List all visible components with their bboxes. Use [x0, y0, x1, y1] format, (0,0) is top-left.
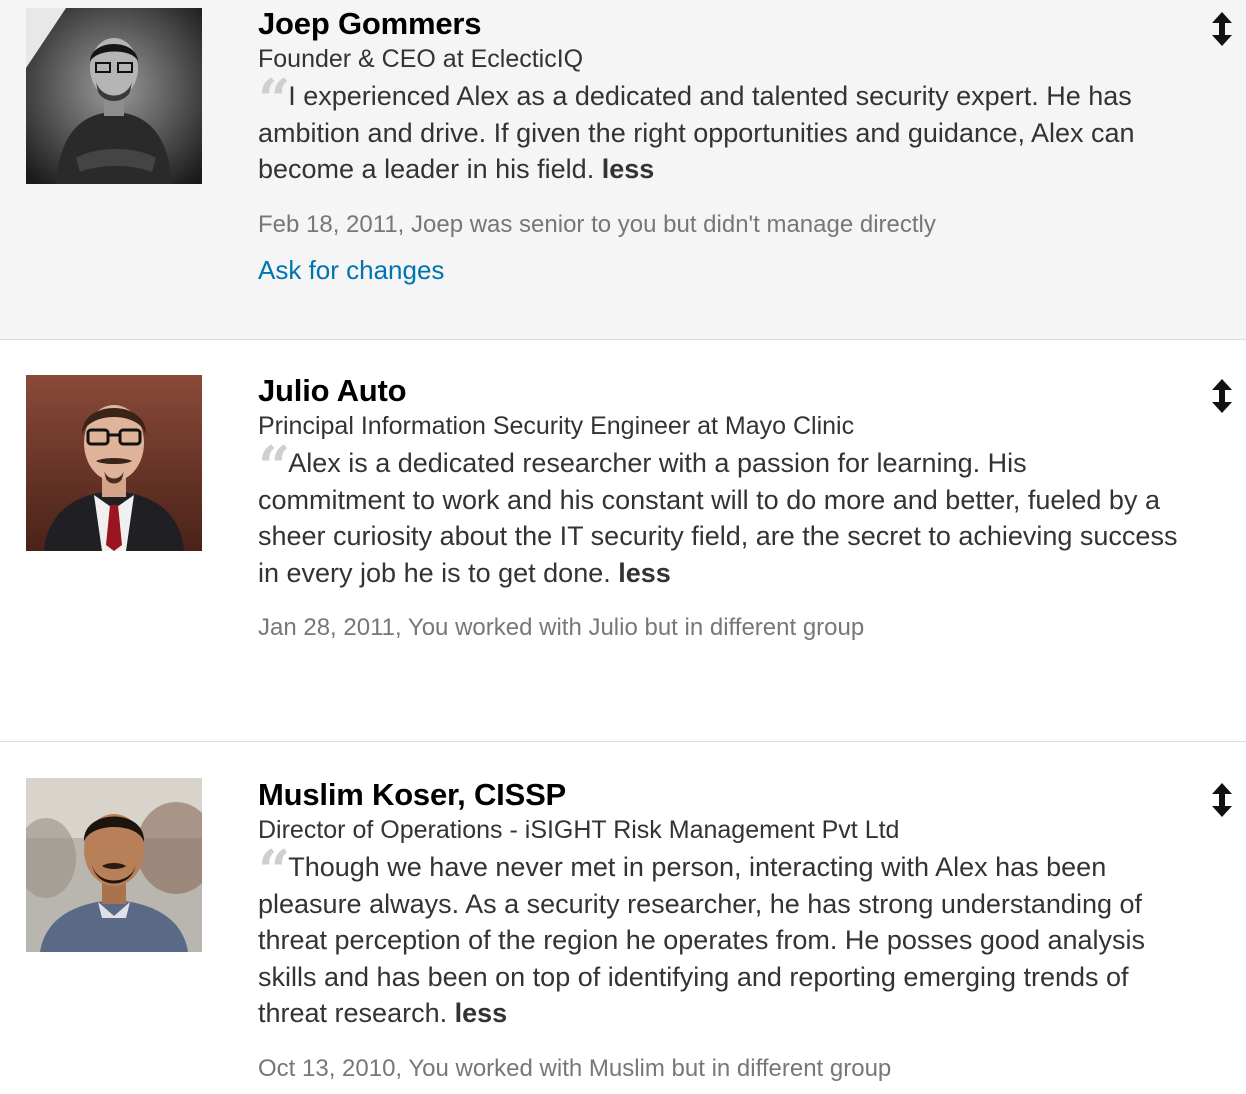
up-down-arrow-icon[interactable] [1212, 12, 1232, 46]
recommendation-content: Joep Gommers Founder & CEO at EclecticIQ… [258, 6, 1178, 286]
profile-photo[interactable] [26, 8, 202, 184]
recommendation-body: Though we have never met in person, inte… [258, 852, 1146, 1028]
recommender-headline: Founder & CEO at EclecticIQ [258, 45, 584, 73]
less-link[interactable]: less [602, 154, 655, 184]
recommendation-item: Julio Auto Principal Information Securit… [0, 339, 1246, 741]
recommendation-text: “I experienced Alex as a dedicated and t… [258, 67, 1178, 188]
recommendation-meta: Jan 28, 2011, You worked with Julio but … [258, 614, 865, 641]
recommendations-list: Joep Gommers Founder & CEO at EclecticIQ… [0, 0, 1246, 1094]
recommender-headline: Director of Operations - iSIGHT Risk Man… [258, 816, 900, 844]
recommender-name[interactable]: Joep Gommers [258, 6, 1178, 42]
recommendation-body: Alex is a dedicated researcher with a pa… [258, 448, 1178, 588]
recommendation-meta: Oct 13, 2010, You worked with Muslim but… [258, 1054, 892, 1082]
recommendation-body: I experienced Alex as a dedicated and ta… [258, 81, 1135, 184]
recommendation-text: “Alex is a dedicated researcher with a p… [258, 434, 1178, 591]
quote-icon: “ [258, 838, 290, 904]
recommendation-meta: Feb 18, 2011, Joep was senior to you but… [258, 210, 936, 238]
recommendation-item: Joep Gommers Founder & CEO at EclecticIQ… [0, 0, 1246, 339]
recommendation-item: Muslim Koser, CISSP Director of Operatio… [0, 741, 1246, 1094]
recommender-name[interactable]: Julio Auto [258, 373, 1178, 409]
quote-icon: “ [258, 67, 290, 133]
profile-photo[interactable] [26, 375, 202, 551]
up-down-arrow-icon[interactable] [1212, 379, 1232, 413]
recommendation-content: Julio Auto Principal Information Securit… [258, 373, 1178, 643]
recommendation-text: “Though we have never met in person, int… [258, 838, 1178, 1032]
recommender-name[interactable]: Muslim Koser, CISSP [258, 777, 1178, 813]
ask-for-changes-link[interactable]: Ask for changes [258, 254, 444, 286]
less-link[interactable]: less [618, 558, 671, 588]
quote-icon: “ [258, 434, 290, 500]
up-down-arrow-icon[interactable] [1212, 783, 1232, 817]
recommender-headline: Principal Information Security Engineer … [258, 412, 855, 440]
recommendation-content: Muslim Koser, CISSP Director of Operatio… [258, 777, 1178, 1084]
profile-photo[interactable] [26, 778, 202, 952]
less-link[interactable]: less [455, 998, 508, 1028]
